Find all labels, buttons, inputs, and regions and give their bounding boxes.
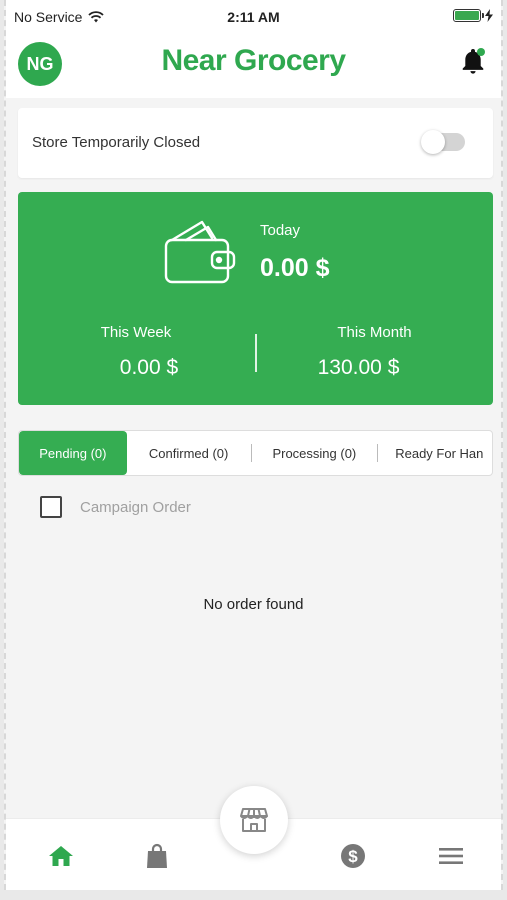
toggle-knob (421, 130, 445, 154)
store-fab-button[interactable] (220, 786, 288, 854)
earnings-card: Today 0.00 $ This Week 0.00 $ This Month… (18, 192, 493, 405)
nav-orders[interactable] (142, 841, 172, 871)
this-month-label: This Month (337, 324, 412, 341)
shopping-bag-icon (147, 843, 167, 868)
today-value: 0.00 $ (260, 254, 330, 282)
campaign-order-label: Campaign Order (80, 498, 191, 516)
tab-confirmed[interactable]: Confirmed (0) (127, 431, 251, 475)
nav-menu[interactable] (436, 841, 466, 871)
status-time: 2:11 AM (227, 9, 280, 25)
menu-icon (439, 848, 463, 864)
campaign-order-checkbox[interactable] (40, 496, 62, 518)
wallet-icon (164, 220, 236, 284)
nav-home[interactable] (46, 841, 76, 871)
phone-screen: No Service 2:11 AM NG Near Grocery Store (4, 0, 503, 890)
store-closed-toggle[interactable] (421, 130, 465, 154)
store-status-card: Store Temporarily Closed (18, 108, 493, 178)
notification-dot (477, 48, 485, 56)
charging-icon (485, 9, 493, 22)
tab-processing[interactable]: Processing (0) (252, 431, 378, 475)
this-month-value: 130.00 $ (317, 356, 400, 379)
app-title: Near Grocery (161, 44, 346, 77)
status-right (453, 9, 493, 22)
store-icon (240, 808, 268, 832)
today-label: Today (260, 222, 301, 239)
dollar-icon: $ (341, 844, 365, 868)
this-week-label: This Week (100, 324, 172, 341)
status-bar: No Service 2:11 AM (6, 0, 501, 34)
empty-orders-message: No order found (203, 596, 304, 613)
tab-pending[interactable]: Pending (0) (19, 431, 127, 475)
home-icon (49, 846, 73, 866)
battery-icon (453, 9, 484, 22)
tab-ready-for-handover[interactable]: Ready For Han (378, 431, 492, 475)
app-header: NG Near Grocery (6, 34, 501, 98)
svg-text:$: $ (348, 847, 358, 866)
nav-earnings[interactable]: $ (338, 841, 368, 871)
campaign-order-filter[interactable]: Campaign Order (40, 496, 191, 518)
store-closed-label: Store Temporarily Closed (32, 134, 201, 151)
battery-level (455, 11, 479, 20)
order-status-tabs: Pending (0) Confirmed (0) Processing (0)… (18, 430, 493, 476)
